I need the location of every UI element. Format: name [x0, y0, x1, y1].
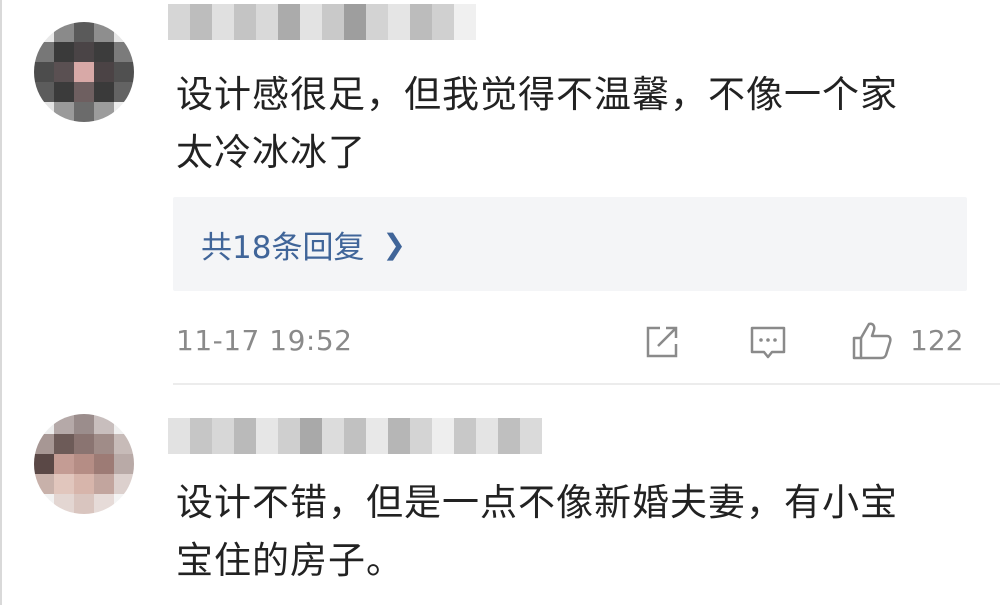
like-count: 122	[910, 324, 964, 357]
username-blurred[interactable]	[168, 418, 542, 454]
avatar[interactable]	[34, 22, 134, 122]
thumbs-up-icon[interactable]	[850, 318, 894, 362]
comment-divider	[173, 383, 1000, 385]
comment-text: 设计感很足，但我觉得不温馨，不像一个家 太冷冰冰了	[176, 66, 976, 182]
comment-item: 设计感很足，但我觉得不温馨，不像一个家 太冷冰冰了 共18条回复 ❯ 11-17…	[0, 0, 1000, 385]
comment-timestamp: 11-17 19:52	[176, 324, 353, 357]
comment-text-line: 宝住的房子。	[176, 539, 404, 582]
comment-text-line: 设计不错，但是一点不像新婚夫妻，有小宝	[176, 481, 898, 524]
share-icon[interactable]	[642, 322, 682, 362]
replies-label: 共18条回复	[201, 229, 365, 266]
username-blurred[interactable]	[168, 4, 476, 40]
comment-item: 设计不错，但是一点不像新婚夫妻，有小宝 宝住的房子。	[0, 386, 1000, 605]
comment-text-line: 太冷冰冰了	[176, 131, 366, 174]
comment-meta-bar: 11-17 19:52 122	[176, 318, 968, 366]
chevron-right-icon: ❯	[382, 227, 406, 261]
comment-text-line: 设计感很足，但我觉得不温馨，不像一个家	[176, 73, 898, 116]
avatar[interactable]	[34, 414, 134, 514]
comment-text: 设计不错，但是一点不像新婚夫妻，有小宝 宝住的房子。	[176, 474, 976, 590]
view-replies-button[interactable]: 共18条回复 ❯	[173, 197, 967, 291]
comment-icon[interactable]	[748, 322, 788, 362]
